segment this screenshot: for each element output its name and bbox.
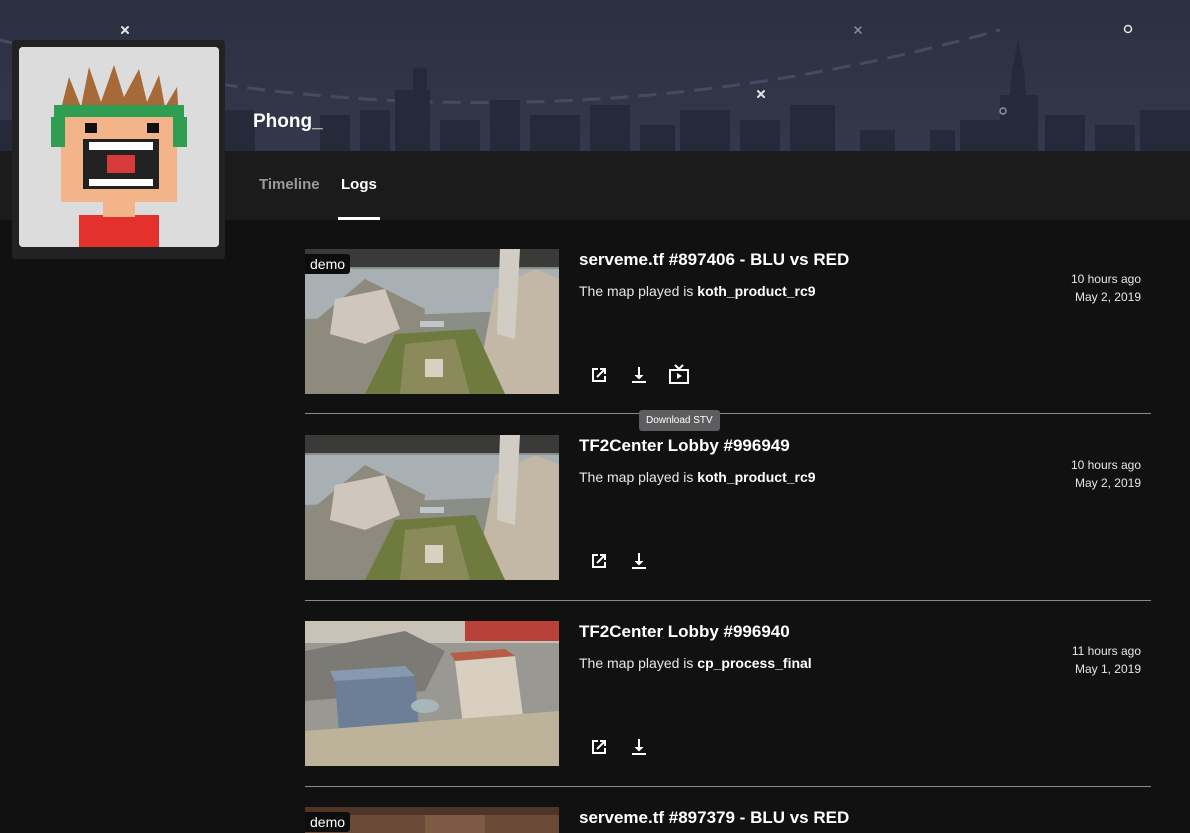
download-button[interactable] (627, 549, 651, 573)
log-item: demo serveme.tf #897379 - BLU vs RED (305, 807, 1151, 833)
download-stv-button[interactable] (667, 363, 691, 387)
map-name: cp_process_final (697, 655, 812, 671)
log-date: May 2, 2019 (1074, 476, 1141, 490)
map-thumbnail[interactable] (305, 621, 559, 766)
divider (305, 600, 1151, 601)
log-map-text: The map played is koth_product_rc9 (579, 283, 816, 299)
map-thumbnail[interactable] (305, 435, 559, 580)
avatar[interactable] (19, 47, 219, 247)
log-map-text: The map played is cp_process_final (579, 655, 812, 671)
log-title[interactable]: TF2Center Lobby #996949 (579, 436, 790, 456)
divider (305, 786, 1151, 787)
open-external-button[interactable] (587, 549, 611, 573)
demo-badge: demo (305, 254, 351, 274)
open-external-button[interactable] (587, 735, 611, 759)
log-item: TF2Center Lobby #996940 The map played i… (305, 621, 1151, 807)
username: Phong_ (253, 111, 323, 132)
log-item: TF2Center Lobby #996949 The map played i… (305, 435, 1151, 621)
open-external-icon (592, 554, 606, 568)
open-external-icon (592, 368, 606, 382)
map-prefix: The map played is (579, 469, 698, 485)
log-item: demo serveme.tf #897406 - BLU vs RED The… (305, 249, 1151, 435)
log-date: May 2, 2019 (1074, 290, 1141, 304)
tooltip: Download STV (639, 410, 720, 431)
log-relative-time: 11 hours ago (1071, 644, 1141, 658)
log-map-text: The map played is koth_product_rc9 (579, 469, 816, 485)
map-prefix: The map played is (579, 655, 698, 671)
divider (305, 413, 1151, 414)
map-thumbnail[interactable]: demo (305, 249, 559, 394)
download-icon (632, 367, 646, 383)
log-date: May 1, 2019 (1074, 662, 1141, 676)
active-tab-indicator (338, 217, 380, 220)
download-button[interactable] (627, 363, 651, 387)
open-external-icon (592, 740, 606, 754)
tv-play-icon (669, 364, 689, 384)
map-name: koth_product_rc9 (697, 469, 816, 485)
download-button[interactable] (627, 735, 651, 759)
download-icon (632, 739, 646, 755)
open-external-button[interactable] (587, 363, 611, 387)
log-relative-time: 10 hours ago (1070, 458, 1141, 472)
map-prefix: The map played is (579, 283, 698, 299)
map-name: koth_product_rc9 (697, 283, 816, 299)
download-icon (632, 553, 646, 569)
demo-badge: demo (305, 812, 351, 832)
map-thumbnail-image (305, 621, 559, 766)
avatar-frame (12, 40, 225, 259)
tab-timeline[interactable]: Timeline (259, 176, 320, 193)
log-title[interactable]: TF2Center Lobby #996940 (579, 622, 790, 642)
log-relative-time: 10 hours ago (1070, 272, 1141, 286)
tab-logs[interactable]: Logs (341, 176, 377, 193)
log-title[interactable]: serveme.tf #897406 - BLU vs RED (579, 250, 849, 270)
pixel-avatar-image (19, 47, 219, 247)
map-thumbnail-image (305, 435, 559, 580)
log-title[interactable]: serveme.tf #897379 - BLU vs RED (579, 808, 849, 828)
map-thumbnail[interactable]: demo (305, 807, 559, 833)
